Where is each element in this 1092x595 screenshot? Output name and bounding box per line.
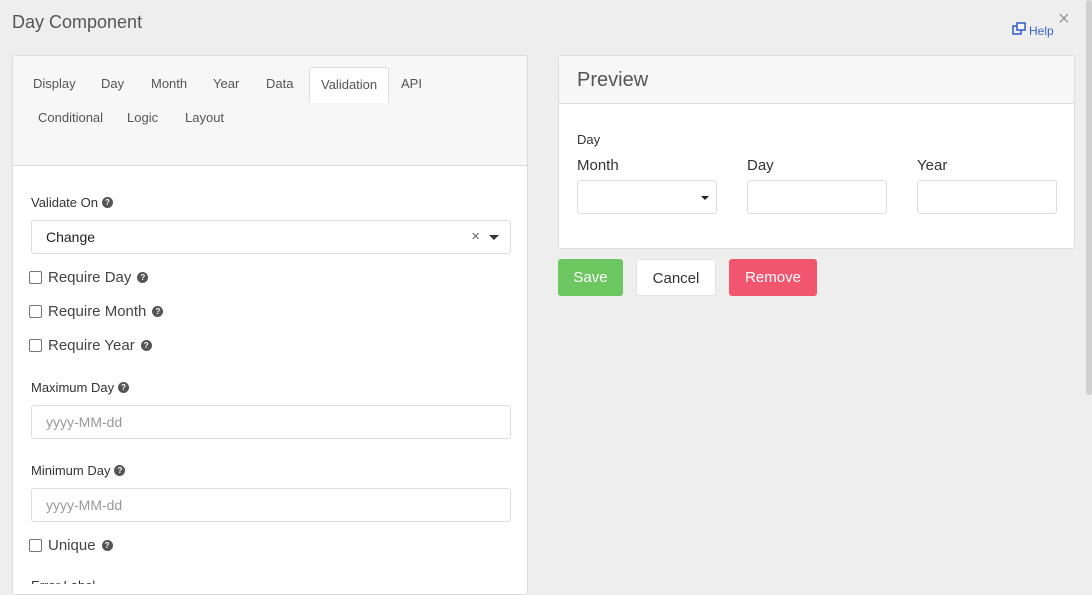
help-label: Help — [1029, 23, 1054, 38]
save-button[interactable]: Save — [558, 259, 623, 296]
clear-x-icon[interactable]: × — [471, 221, 480, 253]
remove-button[interactable]: Remove — [729, 259, 817, 296]
require-year-row: Require Year ? — [29, 337, 152, 354]
preview-year-input[interactable] — [917, 180, 1057, 214]
error-label-field-label: Error Label — [31, 578, 95, 584]
validation-form: Validate On ? Change × Require Day ? Req… — [13, 56, 527, 594]
minimum-day-input[interactable]: yyyy-MM-dd — [31, 488, 511, 522]
require-month-row: Require Month ? — [29, 303, 164, 320]
dialog-title: Day Component — [12, 12, 143, 32]
unique-row: Unique ? — [29, 537, 113, 554]
require-year-checkbox[interactable] — [29, 339, 42, 352]
preview-year-label: Year — [917, 157, 948, 174]
preview-day-input[interactable] — [747, 180, 887, 214]
question-circle-icon[interactable]: ? — [140, 340, 152, 351]
external-window-icon — [1012, 22, 1026, 39]
maximum-day-label: Maximum Day ? — [31, 380, 130, 395]
unique-label[interactable]: Unique — [48, 537, 96, 554]
unique-checkbox[interactable] — [29, 539, 42, 552]
preview-month-label: Month — [577, 157, 619, 174]
page-scrollbar[interactable] — [1086, 0, 1092, 395]
preview-group-label: Day — [577, 132, 601, 147]
caret-down-icon[interactable] — [489, 235, 499, 240]
help-link[interactable]: Help — [1012, 22, 1054, 39]
question-circle-icon[interactable]: ? — [137, 272, 149, 283]
validate-on-label: Validate On ? — [31, 195, 113, 210]
require-month-label[interactable]: Require Month — [48, 303, 146, 320]
require-month-checkbox[interactable] — [29, 305, 42, 318]
require-day-checkbox[interactable] — [29, 271, 42, 284]
question-circle-icon[interactable]: ? — [101, 540, 113, 551]
question-circle-icon[interactable]: ? — [101, 197, 113, 208]
question-circle-icon[interactable]: ? — [118, 382, 130, 393]
settings-panel: Display Day Month Year Data Validation A… — [12, 55, 528, 595]
cancel-button[interactable]: Cancel — [636, 259, 716, 296]
require-day-row: Require Day ? — [29, 269, 149, 286]
close-icon[interactable]: × — [1058, 9, 1070, 29]
question-circle-icon[interactable]: ? — [152, 306, 164, 317]
require-day-label[interactable]: Require Day — [48, 269, 131, 286]
preview-month-select[interactable] — [577, 180, 717, 214]
preview-panel: Preview Day Month Day Year — [558, 55, 1075, 249]
require-year-label[interactable]: Require Year — [48, 337, 135, 354]
caret-down-icon[interactable] — [701, 196, 709, 200]
preview-title: Preview — [559, 56, 1074, 104]
question-circle-icon[interactable]: ? — [114, 465, 126, 476]
preview-day-label: Day — [747, 157, 774, 174]
maximum-day-input[interactable]: yyyy-MM-dd — [31, 405, 511, 439]
minimum-day-label: Minimum Day ? — [31, 463, 126, 478]
validate-on-select[interactable]: Change × — [31, 220, 511, 254]
